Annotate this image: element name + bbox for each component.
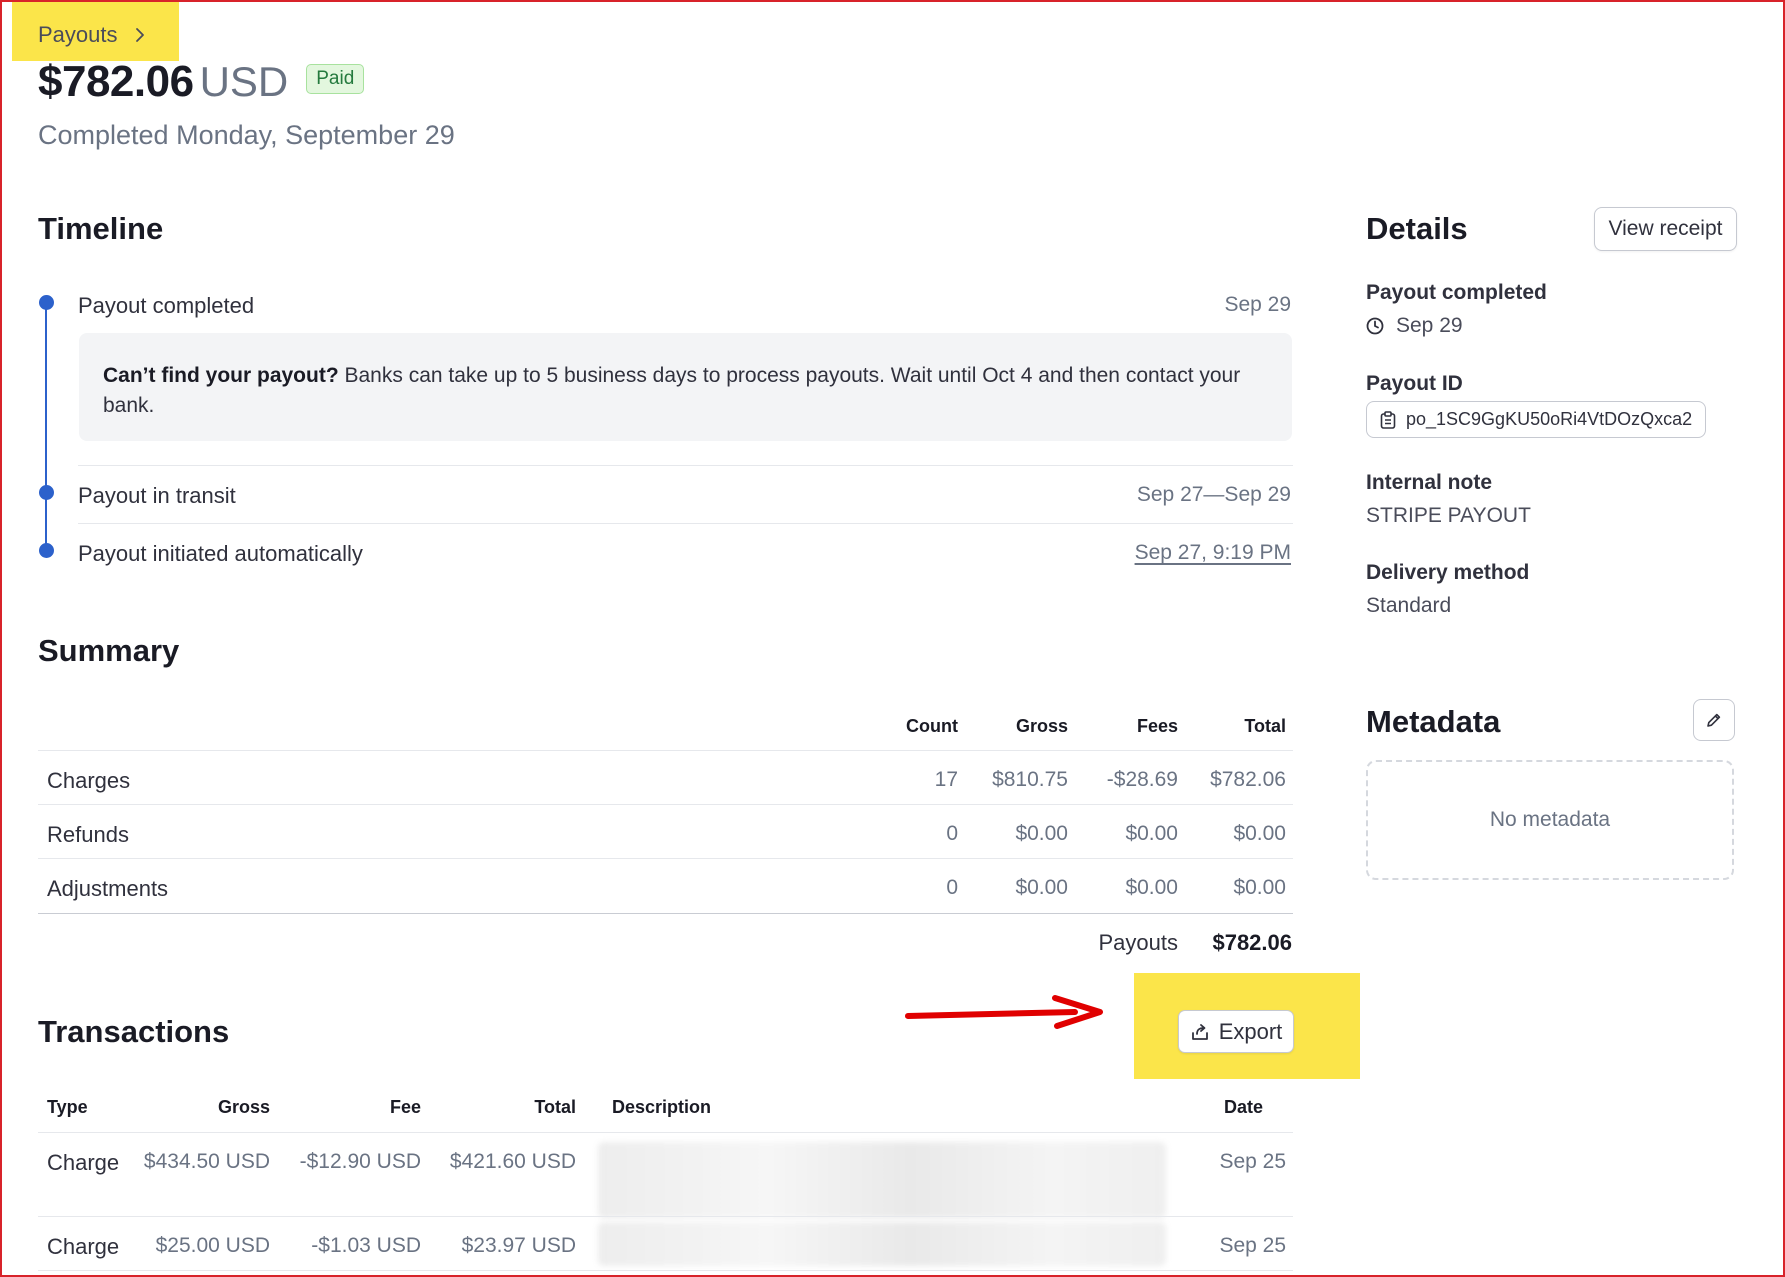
payout-completed-date: Sep 29 — [1396, 314, 1463, 337]
tx-col-description: Description — [612, 1097, 712, 1117]
tx-fee: -$1.03 USD — [311, 1234, 421, 1257]
transactions-heading: Transactions — [38, 1014, 230, 1049]
annotation-arrow-icon — [905, 995, 1103, 1029]
timeline-event-date-link[interactable]: Sep 27, 9:19 PM — [1135, 541, 1291, 565]
summary-row-label: Refunds — [47, 822, 129, 847]
tx-divider — [38, 1132, 1293, 1133]
summary-payouts-label: Payouts — [1098, 930, 1179, 955]
timeline-event-label: Payout completed — [78, 293, 255, 318]
tx-col-type: Type — [47, 1097, 88, 1117]
metadata-empty-text: No metadata — [1489, 808, 1611, 831]
edit-metadata-button[interactable] — [1693, 699, 1735, 741]
summary-row-gross: $810.75 — [992, 768, 1068, 791]
tx-col-date: Date — [1223, 1097, 1263, 1117]
timeline-event-date: Sep 27—Sep 29 — [1136, 483, 1291, 506]
tx-date: Sep 25 — [1219, 1150, 1286, 1173]
export-label: Export — [1218, 1018, 1283, 1044]
summary-row-count: 0 — [946, 876, 958, 899]
summary-col-fees: Fees — [1136, 716, 1178, 736]
pencil-icon — [1707, 713, 1721, 727]
timeline-event-date: Sep 29 — [1224, 293, 1291, 316]
summary-row-label: Adjustments — [47, 876, 169, 901]
tx-total: $421.60 USD — [449, 1150, 576, 1173]
completed-date-text: Completed Monday, September 29 — [38, 120, 455, 150]
tx-gross: $25.00 USD — [155, 1234, 270, 1257]
summary-payouts-total: $782.06 — [1212, 930, 1292, 955]
timeline-heading: Timeline — [38, 211, 164, 246]
clock-icon — [1366, 317, 1384, 335]
summary-divider — [38, 750, 1293, 751]
tx-divider — [38, 1216, 1293, 1217]
delivery-method-value: Standard — [1366, 594, 1452, 617]
summary-row-total: $782.06 — [1210, 768, 1286, 791]
breadcrumb-payouts-link[interactable]: Payouts — [38, 22, 118, 48]
timeline-event-label: Payout in transit — [78, 483, 236, 508]
payout-completed-row: Sep 29 — [1366, 314, 1463, 338]
delivery-method-label: Delivery method — [1366, 561, 1530, 584]
summary-col-count: Count — [906, 716, 958, 736]
screenshot-frame — [0, 0, 1785, 1277]
payout-header: $782.06 USD Paid — [38, 57, 365, 107]
internal-note-value: STRIPE PAYOUT — [1366, 504, 1531, 527]
summary-row-gross: $0.00 — [1015, 876, 1068, 899]
payout-amount: $782.06 — [38, 57, 194, 106]
payout-completed-label: Payout completed — [1366, 281, 1547, 304]
summary-row-label: Charges — [47, 768, 131, 793]
tx-total: $23.97 USD — [461, 1234, 576, 1257]
export-icon — [1191, 1023, 1208, 1040]
timeline-dot — [39, 295, 54, 310]
status-badge: Paid — [306, 64, 365, 94]
tx-col-fee: Fee — [389, 1097, 421, 1117]
timeline-divider — [78, 523, 1293, 524]
timeline-divider — [78, 465, 1293, 466]
summary-row-total: $0.00 — [1233, 876, 1286, 899]
tx-col-gross: Gross — [217, 1097, 270, 1117]
clipboard-icon — [1380, 410, 1396, 429]
tx-date: Sep 25 — [1219, 1234, 1286, 1257]
details-heading: Details — [1366, 211, 1468, 246]
export-button[interactable]: Export — [1178, 1010, 1294, 1053]
payout-notice: Can’t find your payout? Banks can take u… — [79, 333, 1292, 441]
payout-id-label: Payout ID — [1366, 372, 1463, 395]
metadata-heading: Metadata — [1366, 704, 1501, 739]
summary-divider — [38, 804, 1293, 805]
timeline-event-label: Payout initiated automatically — [78, 541, 363, 566]
summary-row-fees: $0.00 — [1125, 822, 1178, 845]
tx-gross: $434.50 USD — [143, 1150, 270, 1173]
summary-row-fees: $0.00 — [1125, 876, 1178, 899]
breadcrumb[interactable]: Payouts — [38, 20, 148, 50]
summary-heading: Summary — [38, 633, 180, 668]
tx-type: Charge — [47, 1234, 120, 1259]
chevron-right-icon — [135, 28, 144, 42]
tx-description-redacted — [598, 1222, 1166, 1266]
notice-bold-text: Can’t find your payout? — [103, 364, 339, 387]
payout-currency: USD — [199, 58, 289, 105]
timeline-dot — [39, 543, 54, 558]
summary-row-count: 17 — [934, 768, 958, 791]
tx-type: Charge — [47, 1150, 120, 1175]
summary-divider — [38, 858, 1293, 859]
summary-col-total: Total — [1244, 716, 1286, 736]
summary-total-divider — [38, 913, 1293, 914]
internal-note-label: Internal note — [1366, 471, 1493, 494]
tx-description-redacted — [598, 1142, 1166, 1218]
payout-id-value: po_1SC9GgKU50oRi4VtDOzQxca2 — [1406, 409, 1693, 429]
timeline-dot — [39, 485, 54, 500]
summary-row-count: 0 — [946, 822, 958, 845]
tx-fee: -$12.90 USD — [299, 1150, 421, 1173]
tx-divider — [38, 1270, 1293, 1271]
metadata-empty-box: No metadata — [1366, 760, 1734, 880]
payout-id-copy-chip[interactable]: po_1SC9GgKU50oRi4VtDOzQxca2 — [1366, 401, 1707, 438]
summary-row-total: $0.00 — [1233, 822, 1286, 845]
timeline-line — [45, 303, 47, 551]
view-receipt-button[interactable]: View receipt — [1594, 207, 1737, 251]
summary-row-gross: $0.00 — [1015, 822, 1068, 845]
summary-col-gross: Gross — [1015, 716, 1068, 736]
summary-row-fees: -$28.69 — [1106, 768, 1178, 791]
tx-col-total: Total — [534, 1097, 576, 1117]
